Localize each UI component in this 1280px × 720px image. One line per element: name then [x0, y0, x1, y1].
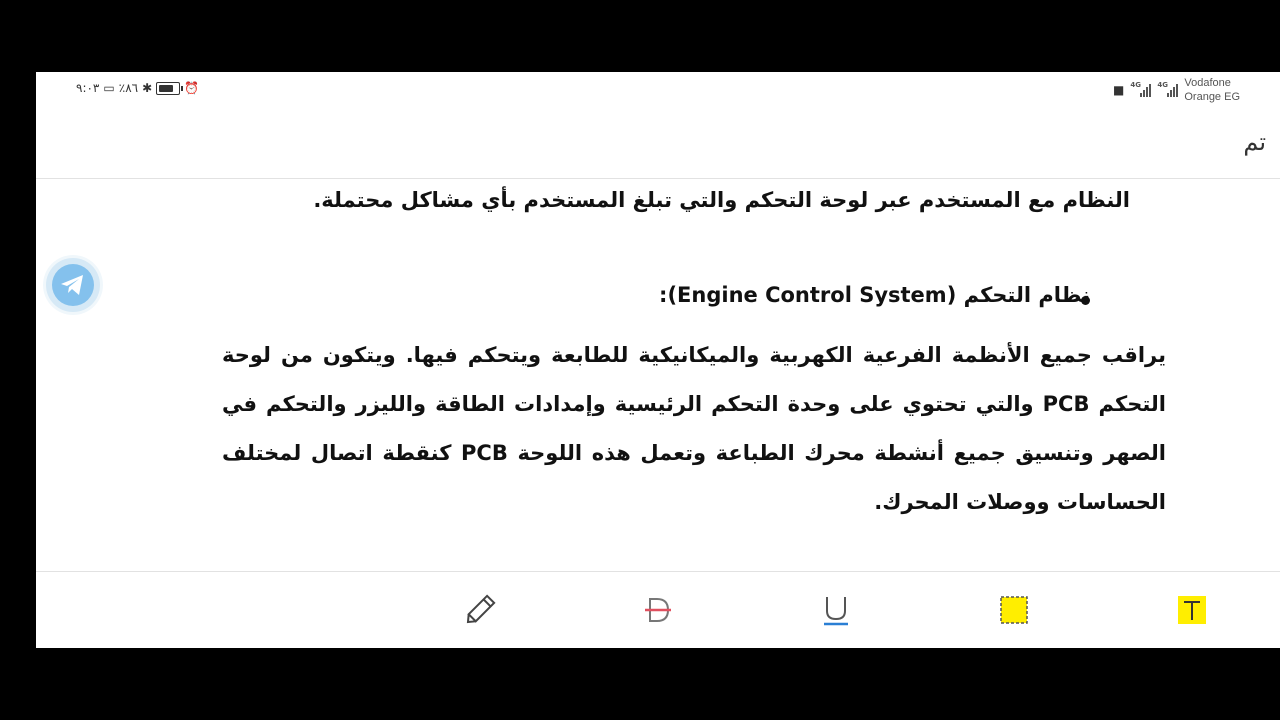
telegram-floating-bubble[interactable]: [46, 258, 100, 312]
network-2-label: 4G: [1157, 81, 1168, 89]
battery-percent: ٪٨٦: [118, 81, 139, 95]
annotation-toolbar: [36, 571, 1280, 648]
telegram-icon: [52, 264, 94, 306]
time-text: ٩:٠٣: [76, 81, 100, 95]
pencil-tool-button[interactable]: [462, 592, 498, 628]
carrier-1: Vodafone: [1184, 77, 1231, 89]
bullet-heading: نظام التحكم (Engine Control System):: [659, 283, 1090, 307]
signal-2-icon: 4G: [1157, 81, 1179, 97]
paragraph-1: النظام مع المستخدم عبر لوحة التحكم والتي…: [313, 188, 1130, 212]
app-header: تم: [36, 108, 1280, 179]
document-view[interactable]: النظام مع المستخدم عبر لوحة التحكم والتي…: [36, 179, 1280, 571]
alarm-icon: ⏰: [184, 81, 200, 95]
video-icon: ■: [1113, 83, 1125, 97]
battery-icon: [156, 81, 184, 95]
underline-icon: [824, 597, 848, 626]
strikethrough-icon: [645, 598, 671, 622]
signal-1-icon: 4G: [1130, 81, 1152, 97]
text-highlight-tool-button[interactable]: [1174, 592, 1210, 628]
done-button[interactable]: تم: [1243, 128, 1266, 156]
underline-tool-button[interactable]: [818, 592, 854, 628]
area-highlight-icon: [1000, 596, 1028, 624]
text-highlight-icon: [1178, 596, 1206, 624]
network-1-label: 4G: [1130, 81, 1141, 89]
status-left-group: ٩:٠٣ ▭ ٪٨٦ ✱ ⏰: [76, 81, 199, 95]
pencil-icon: [466, 594, 496, 624]
bluetooth-icon: ✱: [142, 81, 153, 95]
paragraph-2: يراقب جميع الأنظمة الفرعية الكهربية والم…: [222, 343, 1166, 514]
carrier-names: Vodafone Orange EG: [1184, 76, 1240, 104]
screen-mirror-icon: ▭: [103, 81, 115, 95]
screen: ٩:٠٣ ▭ ٪٨٦ ✱ ⏰ ■ 4G 4G Vodafone Orange E…: [36, 72, 1280, 648]
area-highlight-tool-button[interactable]: [996, 592, 1032, 628]
strikethrough-tool-button[interactable]: [640, 592, 676, 628]
status-right-group: ■ 4G 4G Vodafone Orange EG: [1113, 76, 1240, 104]
status-bar: ٩:٠٣ ▭ ٪٨٦ ✱ ⏰ ■ 4G 4G Vodafone Orange E…: [36, 72, 1280, 108]
carrier-2: Orange EG: [1184, 91, 1240, 103]
